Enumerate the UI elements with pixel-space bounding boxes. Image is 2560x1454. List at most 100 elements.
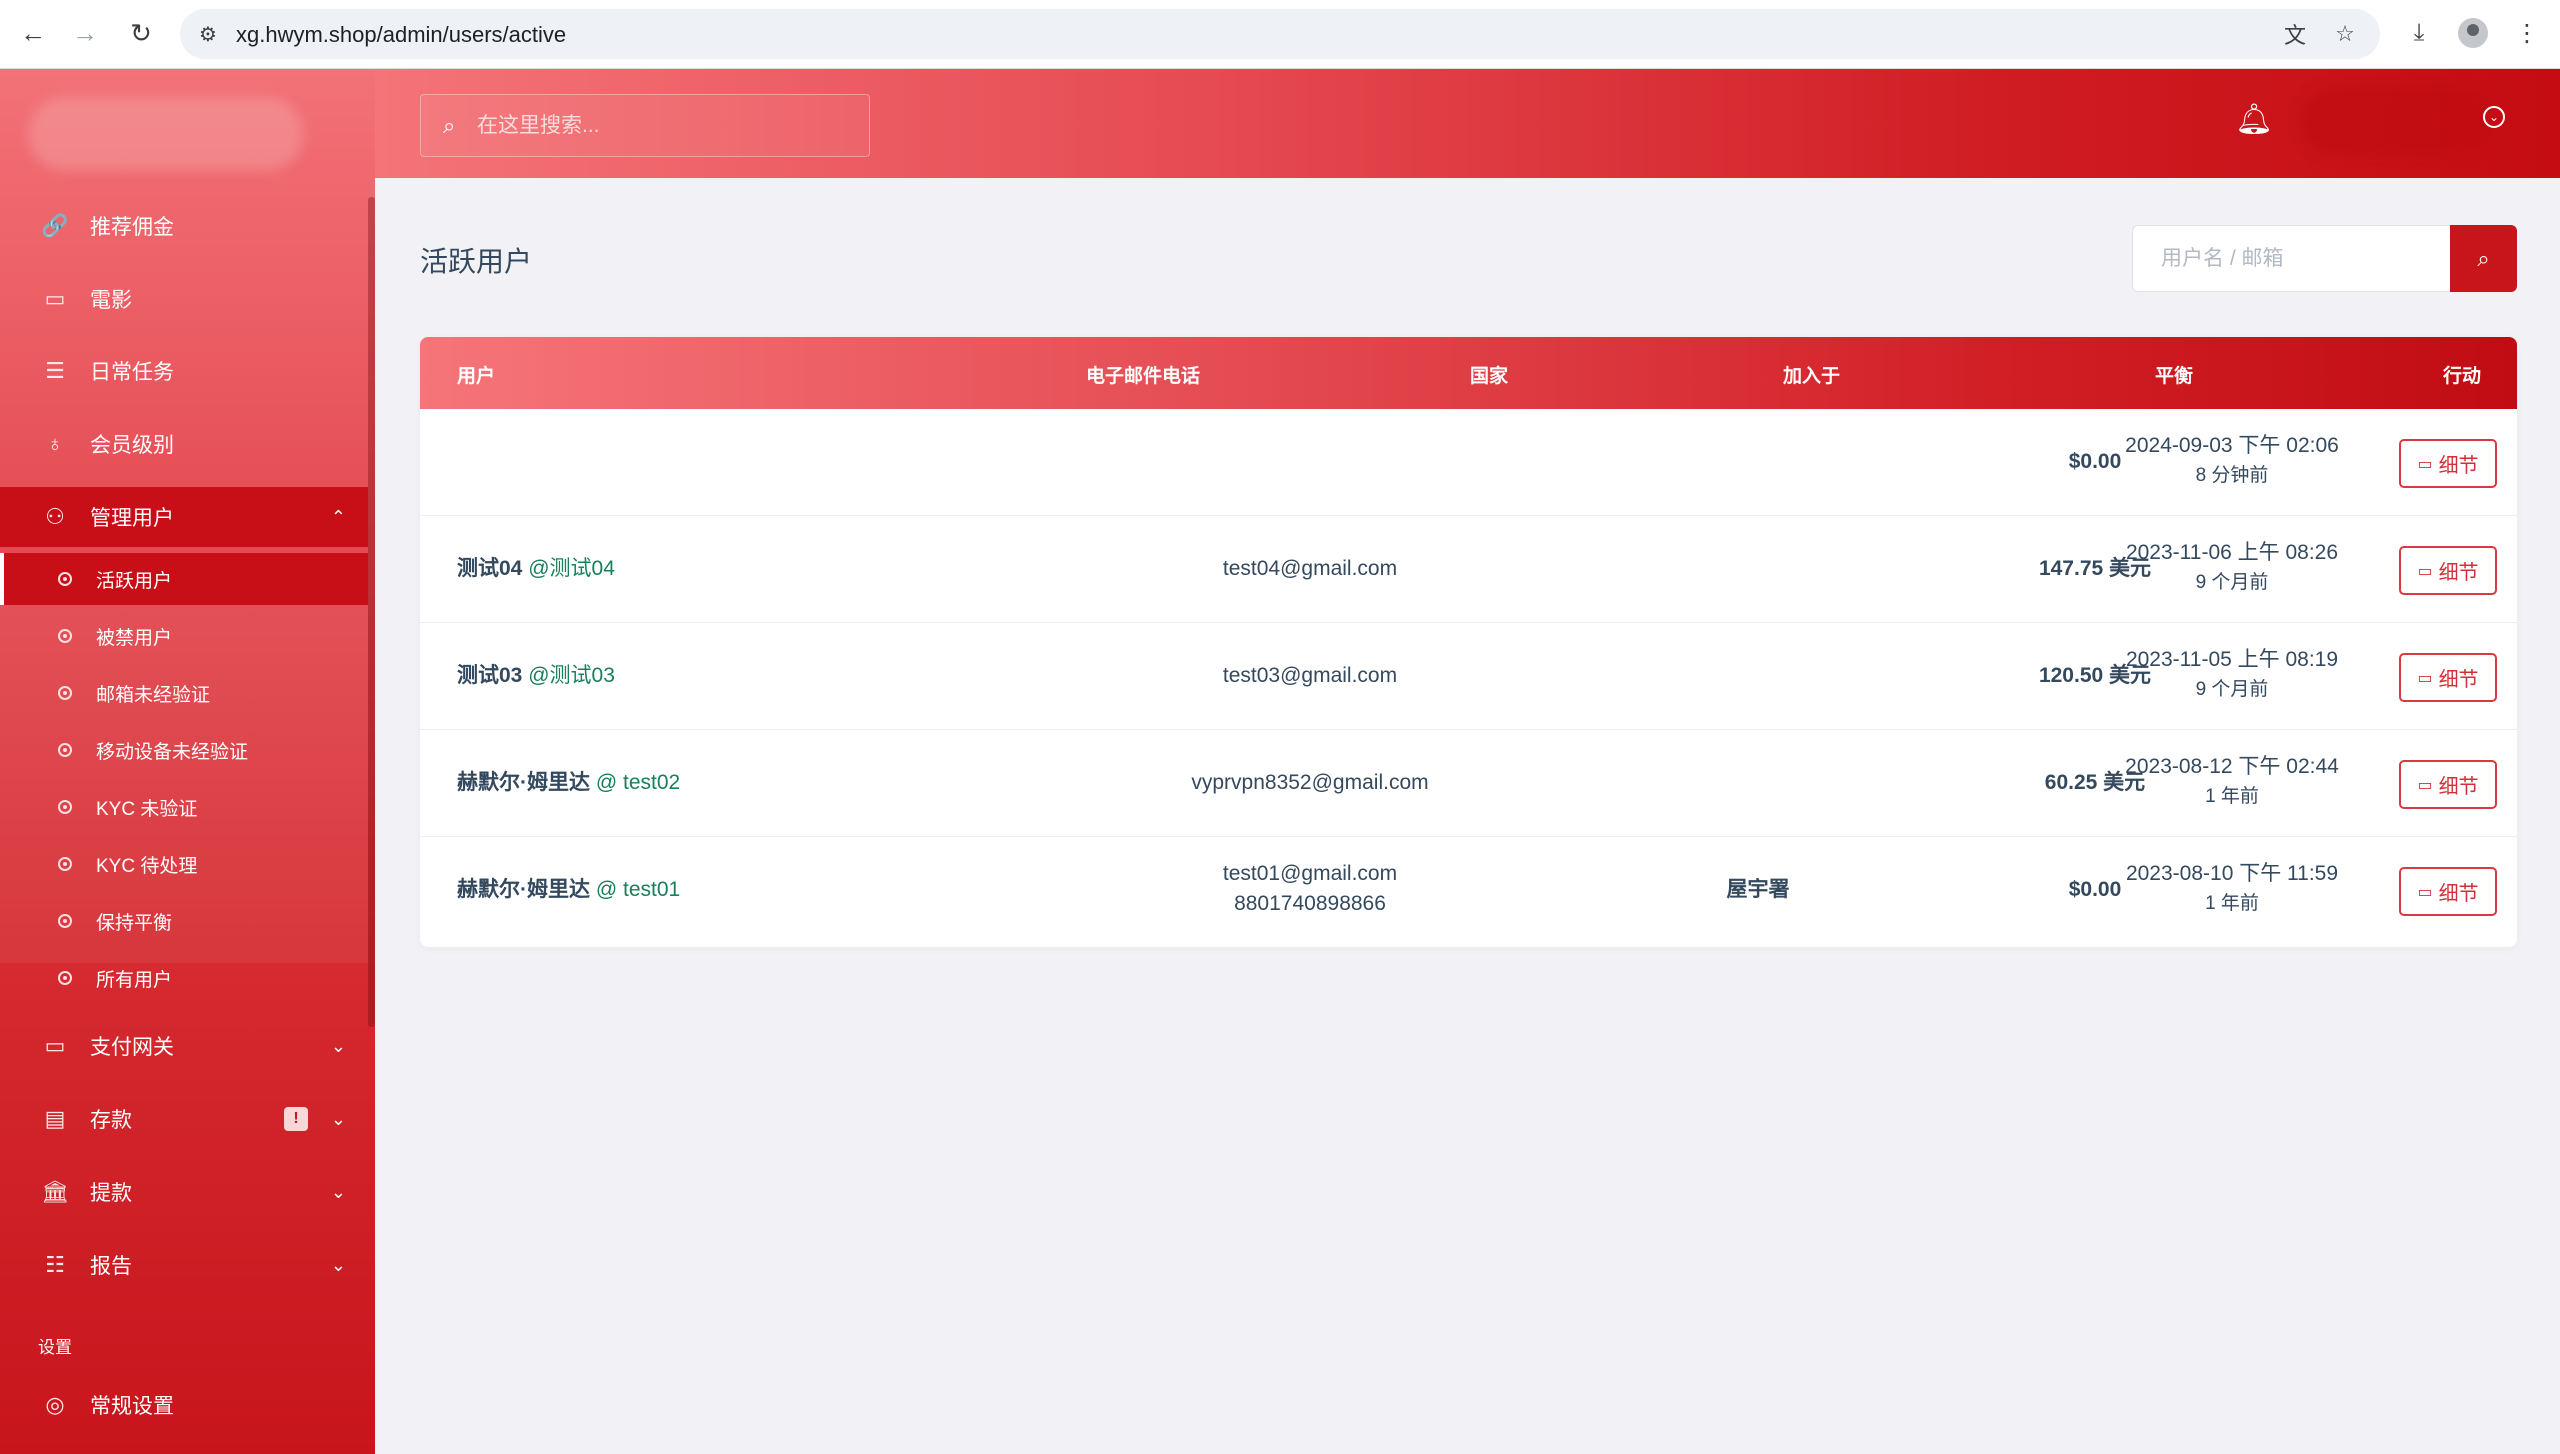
circle-dot-icon [58, 800, 72, 814]
submenu-item-mobile-unverified[interactable]: 移动设备未经验证 [0, 724, 368, 776]
detail-button[interactable]: ▭ 细节 [2399, 653, 2497, 702]
detail-button-label: 细节 [2438, 562, 2479, 584]
user-handle-link[interactable]: @ test02 [596, 771, 680, 794]
desktop-icon: ▭ [2417, 455, 2433, 473]
user-name: 测试03 [457, 664, 523, 687]
sidebar-item-general-settings[interactable]: ◎ 常规设置 [0, 1375, 368, 1435]
url-text[interactable]: xg.hwym.shop/admin/users/active [236, 22, 566, 48]
desktop-icon: ▭ [2417, 883, 2433, 901]
user-handle-link[interactable]: @ test01 [596, 878, 680, 901]
back-icon[interactable]: ← [14, 14, 52, 52]
sidebar-item-withdrawals[interactable]: 🏛 提款 ⌄ [0, 1162, 368, 1222]
submenu-item-label: KYC 待处理 [96, 855, 198, 877]
search-button[interactable]: ⌕ [2450, 225, 2517, 292]
sidebar-item-daily-tasks[interactable]: ☰ 日常任务 [0, 341, 368, 401]
sidebar-item-membership-levels[interactable]: ♁ 会员级别 [0, 414, 368, 474]
username-email-search-input[interactable] [2132, 225, 2450, 292]
submenu-item-email-unverified[interactable]: 邮箱未经验证 [0, 667, 368, 719]
forward-icon[interactable]: → [66, 14, 104, 52]
desktop-icon: ▭ [2417, 776, 2433, 794]
submenu-item-label: 保持平衡 [96, 912, 173, 934]
desktop-icon: ▭ [2417, 562, 2433, 580]
translate-icon[interactable]: 文 [2280, 19, 2310, 49]
sidebar-item-label: 日常任务 [90, 361, 174, 384]
sidebar-item-label: 提款 [90, 1182, 132, 1205]
detail-button[interactable]: ▭ 细节 [2399, 760, 2497, 809]
user-name: 赫默尔·姆里达 [457, 878, 590, 901]
logo[interactable] [28, 97, 303, 171]
address-bar[interactable]: ⚙ xg.hwym.shop/admin/users/active 文 ☆ [180, 9, 2380, 59]
sidebar-item-movies[interactable]: ▭ 電影 [0, 269, 368, 329]
submenu-item-all-users[interactable]: 所有用户 [0, 952, 368, 1004]
users-table: 用户 电子邮件电话 国家 加入于 平衡 行动 2024-09-03 下午 02:… [420, 337, 2517, 947]
users-icon: ⚇ [45, 504, 65, 529]
report-list-icon: ☷ [45, 1252, 65, 1277]
sidebar-item-payment-gateways[interactable]: ▭ 支付网关 ⌄ [0, 1016, 368, 1076]
sidebar-item-referral-commission[interactable]: 🔗 推荐佣金 [0, 196, 368, 256]
submenu-item-label: 所有用户 [96, 969, 173, 991]
submenu-item-with-balance[interactable]: 保持平衡 [0, 895, 368, 947]
detail-button[interactable]: ▭ 细节 [2399, 546, 2497, 595]
user-handle-link[interactable]: @测试03 [528, 664, 615, 687]
user-handle-link[interactable]: @测试04 [528, 557, 615, 580]
profile-icon[interactable] [2454, 14, 2492, 52]
balance-cell: 60.25 美元 [2044, 771, 2146, 794]
detail-button[interactable]: ▭ 细节 [2399, 439, 2497, 488]
column-header-user: 用户 [457, 366, 496, 387]
email-phone-cell: test01@gmail.com 8801740898866 [1060, 859, 1560, 919]
link-icon: 🔗 [41, 213, 69, 238]
reload-icon[interactable]: ↻ [122, 14, 160, 52]
site-info-icon[interactable]: ⚙ [194, 20, 222, 48]
column-header-action: 行动 [2443, 366, 2482, 387]
credit-card-icon: ▭ [44, 1033, 66, 1058]
submenu-item-label: 活跃用户 [96, 570, 173, 592]
award-icon: ♁ [46, 431, 64, 456]
sidebar-section-title: 设置 [38, 1338, 72, 1357]
bell-icon[interactable]: 🔔︎ [2235, 102, 2273, 137]
submenu-item-label: 移动设备未经验证 [96, 741, 249, 763]
sidebar-item-label: 常规设置 [90, 1395, 174, 1418]
email-text: test01@gmail.com [1222, 862, 1398, 885]
user-cell: 赫默尔·姆里达 @ test01 [457, 875, 680, 905]
submenu-item-kyc-unverified[interactable]: KYC 未验证 [0, 781, 368, 833]
search-icon: ⌕ [443, 113, 456, 138]
submenu-item-banned-users[interactable]: 被禁用户 [0, 610, 368, 662]
search-icon: ⌕ [2477, 245, 2490, 271]
chevron-down-icon[interactable]: ⌄ [2483, 106, 2505, 128]
browser-menu-icon[interactable]: ⋮ [2508, 14, 2546, 52]
bookmark-star-icon[interactable]: ☆ [2330, 19, 2360, 49]
table-row: 2024-09-03 下午 02:06 8 分钟前 $0.00 ▭ 细节 [420, 409, 2517, 516]
film-icon: ▭ [44, 286, 66, 311]
submenu-item-kyc-pending[interactable]: KYC 待处理 [0, 838, 368, 890]
chevron-down-icon: ⌄ [330, 1035, 346, 1056]
sidebar: 🔗 推荐佣金 ▭ 電影 ☰ 日常任务 ♁ 会员级别 ⚇ 管理用户 ⌃ 活跃用户 … [0, 69, 375, 1454]
circle-dot-icon [58, 572, 72, 586]
sidebar-item-label: 推荐佣金 [90, 216, 174, 239]
list-icon: ☰ [45, 358, 65, 383]
sidebar-item-manage-users[interactable]: ⚇ 管理用户 ⌃ [0, 487, 368, 547]
submenu-item-active-users[interactable]: 活跃用户 [0, 553, 368, 605]
alert-badge: ! [284, 1107, 308, 1131]
chevron-up-icon: ⌃ [330, 506, 346, 527]
detail-button-label: 细节 [2438, 455, 2479, 477]
user-name: 测试04 [457, 557, 523, 580]
sidebar-scrollbar[interactable] [368, 197, 375, 1027]
sidebar-item-deposits[interactable]: ▤ 存款 ! ⌄ [0, 1089, 368, 1149]
detail-button[interactable]: ▭ 细节 [2399, 867, 2497, 916]
column-header-email-phone: 电子邮件电话 [1086, 366, 1201, 387]
download-icon[interactable]: ⤓ [2400, 14, 2438, 52]
sidebar-item-reports[interactable]: ☷ 报告 ⌄ [0, 1235, 368, 1295]
global-search[interactable]: ⌕ [420, 94, 870, 157]
chevron-down-icon: ⌄ [330, 1108, 346, 1129]
user-menu[interactable] [2300, 89, 2490, 153]
global-search-input[interactable] [477, 109, 847, 143]
sidebar-item-label: 会员级别 [90, 434, 174, 457]
submenu-item-label: 邮箱未经验证 [96, 684, 211, 706]
circle-dot-icon [58, 857, 72, 871]
user-cell: 测试03 @测试03 [457, 661, 615, 691]
sidebar-item-label: 管理用户 [90, 507, 174, 530]
circle-dot-icon [58, 686, 72, 700]
balance-cell: 120.50 美元 [2038, 664, 2152, 687]
submenu-item-label: KYC 未验证 [96, 798, 198, 820]
email-cell: test03@gmail.com [1222, 664, 1398, 687]
